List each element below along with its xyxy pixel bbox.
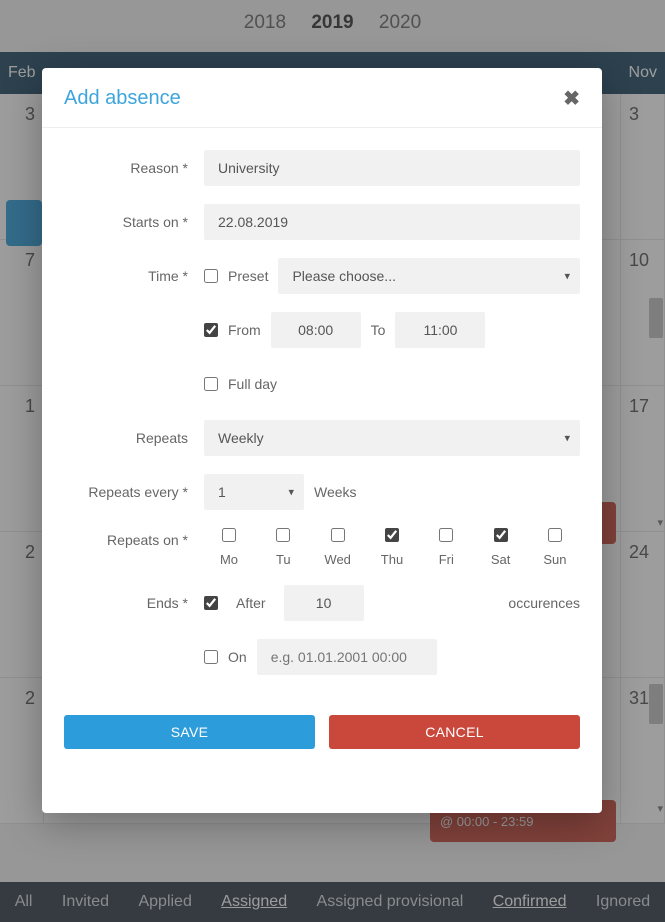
fullday-checkbox[interactable] xyxy=(204,377,218,391)
after-checkbox[interactable] xyxy=(204,596,218,610)
modal-title: Add absence xyxy=(64,87,181,110)
occurrences-label: occurences xyxy=(508,595,580,611)
weeks-label: Weeks xyxy=(314,484,357,500)
from-time-input[interactable] xyxy=(271,312,361,348)
to-time-input[interactable] xyxy=(395,312,485,348)
add-absence-modal: Add absence ✖ Reason * Starts on * Time … xyxy=(42,68,602,813)
from-checkbox[interactable] xyxy=(204,323,218,337)
day-sat-label: Sat xyxy=(491,552,511,567)
modal-body: Reason * Starts on * Time * Preset xyxy=(42,128,602,705)
day-tu-checkbox[interactable] xyxy=(276,528,290,542)
day-mo-label: Mo xyxy=(220,552,238,567)
reason-input[interactable] xyxy=(204,150,580,186)
repeats-label: Repeats xyxy=(64,430,204,446)
save-button[interactable]: SAVE xyxy=(64,715,315,749)
to-label: To xyxy=(371,322,386,338)
day-sun-label: Sun xyxy=(543,552,566,567)
modal-header: Add absence ✖ xyxy=(42,68,602,128)
weekday-picker: Mo Tu Wed Thu Fri Sat Sun xyxy=(204,528,580,567)
day-mo-checkbox[interactable] xyxy=(222,528,236,542)
repeats-every-label: Repeats every * xyxy=(64,484,204,500)
repeats-on-label: Repeats on * xyxy=(64,528,204,548)
preset-checkbox[interactable] xyxy=(204,269,218,283)
day-thu-checkbox[interactable] xyxy=(385,528,399,542)
cancel-button[interactable]: CANCEL xyxy=(329,715,580,749)
day-thu-label: Thu xyxy=(381,552,403,567)
ends-label: Ends * xyxy=(64,595,204,611)
day-sun-checkbox[interactable] xyxy=(548,528,562,542)
day-tu-label: Tu xyxy=(276,552,291,567)
time-label: Time * xyxy=(64,268,204,284)
preset-label: Preset xyxy=(228,268,268,284)
day-wed-label: Wed xyxy=(324,552,351,567)
repeats-every-select[interactable] xyxy=(204,474,304,510)
day-fri-label: Fri xyxy=(439,552,454,567)
starts-on-label: Starts on * xyxy=(64,214,204,230)
from-label: From xyxy=(228,322,261,338)
day-sat-checkbox[interactable] xyxy=(494,528,508,542)
starts-on-input[interactable] xyxy=(204,204,580,240)
day-fri-checkbox[interactable] xyxy=(439,528,453,542)
preset-select[interactable] xyxy=(278,258,580,294)
day-wed-checkbox[interactable] xyxy=(331,528,345,542)
after-label: After xyxy=(236,595,266,611)
modal-footer: SAVE CANCEL xyxy=(42,705,602,769)
reason-label: Reason * xyxy=(64,160,204,176)
occurrences-input[interactable] xyxy=(284,585,364,621)
on-checkbox[interactable] xyxy=(204,650,218,664)
fullday-label: Full day xyxy=(228,376,277,392)
repeats-select[interactable] xyxy=(204,420,580,456)
on-date-input[interactable] xyxy=(257,639,437,675)
close-icon[interactable]: ✖ xyxy=(563,86,580,111)
on-label: On xyxy=(228,649,247,665)
